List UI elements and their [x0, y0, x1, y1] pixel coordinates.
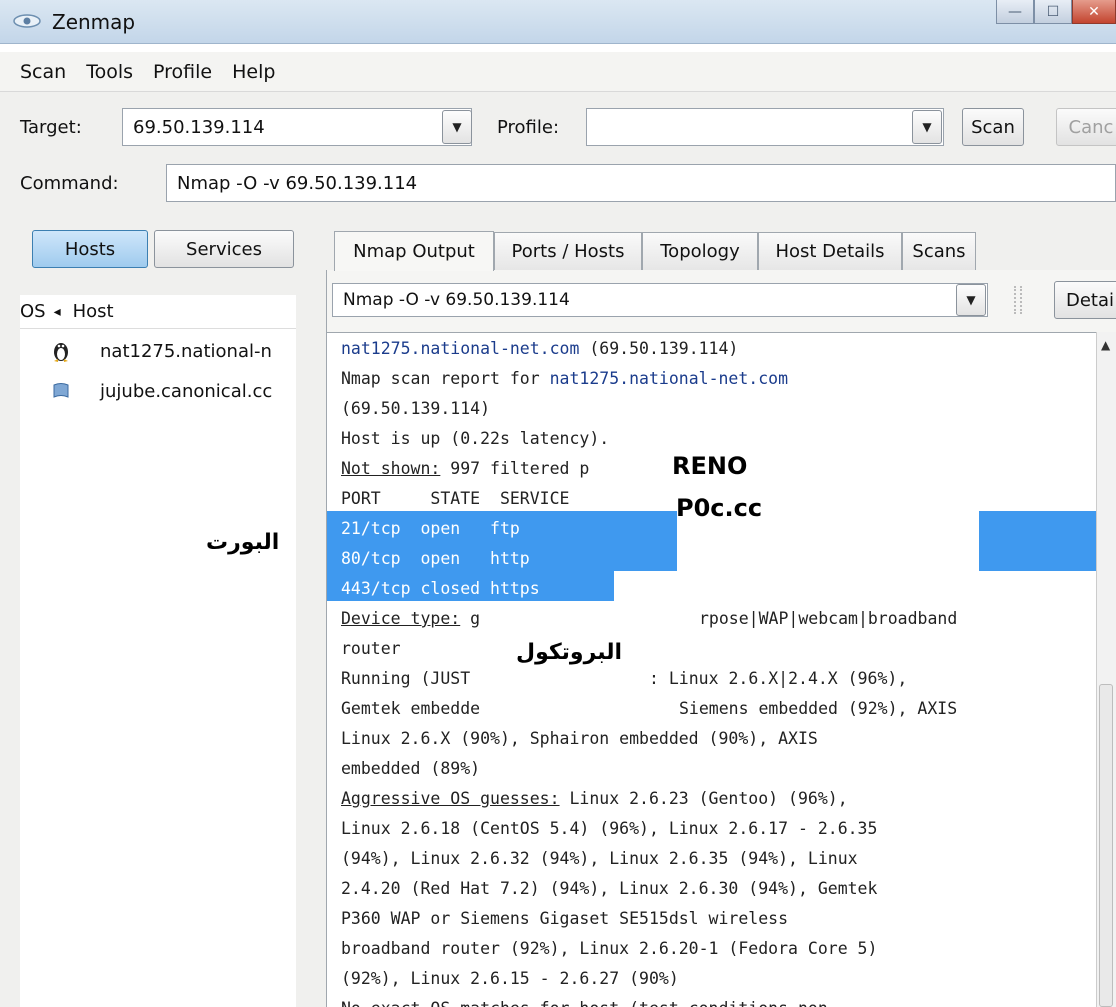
menu-bar: Scan Tools Profile Help: [0, 52, 1116, 92]
output-line: Siemens embedded (92%), AXIS: [679, 699, 958, 718]
menu-tools[interactable]: Tools: [86, 61, 133, 83]
window-controls: — ☐ ✕: [996, 0, 1116, 26]
output-text: (69.50.139.114): [579, 339, 739, 358]
command-input[interactable]: Nmap -O -v 69.50.139.114: [166, 164, 1116, 202]
tab-scans[interactable]: Scans: [902, 232, 976, 270]
port-row: 21/tcp open ftp: [341, 519, 520, 538]
tab-nmap-output[interactable]: Nmap Output: [334, 231, 494, 271]
profile-label: Profile:: [497, 117, 560, 138]
tab-ports-hosts[interactable]: Ports / Hosts: [494, 232, 642, 270]
command-label: Command:: [20, 173, 119, 194]
output-line: embedded (89%): [341, 759, 481, 778]
output-text: 997 filtered p: [440, 459, 590, 478]
window-title: Zenmap: [52, 10, 136, 34]
annotation-port-arabic: البورت: [206, 530, 280, 555]
output-line: Host is up (0.22s latency).: [341, 429, 610, 448]
output-line: (92%), Linux 2.6.15 - 2.6.27 (90%): [341, 969, 679, 988]
host-list-header: OS ◂ Host: [20, 295, 296, 329]
menu-scan[interactable]: Scan: [20, 61, 66, 83]
host-link[interactable]: nat1275.national-net.com: [550, 369, 788, 388]
target-dropdown-icon[interactable]: ▼: [442, 110, 472, 144]
services-button[interactable]: Services: [154, 230, 294, 268]
cancel-button[interactable]: Canc: [1056, 108, 1116, 146]
unknown-os-icon: [46, 381, 76, 401]
selection-highlight: [979, 511, 1096, 571]
host-list: nat1275.national-n jujube.canonical.cc: [20, 329, 296, 1007]
zenmap-eye-icon: [13, 14, 41, 28]
output-text: Linux 2.6.23 (Gentoo) (96%),: [559, 789, 848, 808]
tab-host-details[interactable]: Host Details: [758, 232, 902, 270]
output-line: broadband router (92%), Linux 2.6.20-1 (…: [341, 939, 878, 958]
details-button[interactable]: Detai: [1054, 281, 1116, 319]
target-input[interactable]: 69.50.139.114: [122, 108, 472, 146]
output-line: Running (JUST: [341, 669, 481, 688]
scroll-up-arrow-icon[interactable]: ▲: [1101, 338, 1110, 352]
output-line: Linux 2.6.X (90%), Sphairon embedded (90…: [341, 729, 818, 748]
os-column-header[interactable]: OS: [20, 301, 46, 322]
output-line: (94%), Linux 2.6.32 (94%), Linux 2.6.35 …: [341, 849, 858, 868]
output-line: Aggressive OS guesses: Linux 2.6.23 (Gen…: [341, 784, 848, 814]
scrollbar-thumb[interactable]: [1099, 684, 1113, 1007]
menu-help[interactable]: Help: [232, 61, 275, 83]
section-heading: Aggressive OS guesses:: [341, 789, 560, 808]
target-label: Target:: [20, 117, 82, 138]
output-line: P360 WAP or Siemens Gigaset SE515dsl wir…: [341, 909, 789, 928]
title-bar: Zenmap — ☐ ✕: [0, 0, 1116, 44]
host-row[interactable]: jujube.canonical.cc: [20, 373, 296, 409]
host-row[interactable]: nat1275.national-n: [20, 333, 296, 369]
ports-header-line: PORT STATE SERVICE: [341, 489, 570, 508]
output-text: g: [460, 609, 481, 628]
output-line: rpose|WAP|webcam|broadband: [699, 609, 958, 628]
output-line: Linux 2.6.18 (CentOS 5.4) (96%), Linux 2…: [341, 819, 878, 838]
host-column-header[interactable]: Host: [73, 301, 114, 322]
output-line: (69.50.139.114): [341, 399, 491, 418]
maximize-icon[interactable]: ☐: [1034, 0, 1072, 24]
output-line: nat1275.national-net.com (69.50.139.114): [341, 334, 738, 364]
profile-combo[interactable]: [586, 108, 944, 146]
hosts-button[interactable]: Hosts: [32, 230, 148, 268]
output-line: Nmap scan report for nat1275.national-ne…: [341, 364, 788, 394]
section-heading: Device type:: [341, 609, 461, 628]
linux-penguin-icon: [46, 339, 76, 363]
output-line: Not shown: 997 filtered p: [341, 454, 589, 484]
output-line: : Linux 2.6.X|2.4.X (96%),: [649, 669, 908, 688]
sort-arrow-icon: ◂: [53, 303, 61, 320]
output-dropdown-icon[interactable]: ▼: [956, 284, 986, 316]
annotation-poc: P0c.cc: [676, 494, 763, 522]
output-line: router: [341, 639, 401, 658]
nmap-output-text[interactable]: nat1275.national-net.com (69.50.139.114)…: [326, 332, 1096, 1007]
menu-profile[interactable]: Profile: [153, 61, 212, 83]
output-scrollbar[interactable]: ▲: [1096, 332, 1116, 1007]
minimize-icon[interactable]: —: [996, 0, 1034, 24]
output-line: Device type: g: [341, 604, 480, 634]
port-row: 443/tcp closed https: [341, 579, 540, 598]
profile-dropdown-icon[interactable]: ▼: [912, 110, 942, 144]
section-heading: Not shown:: [341, 459, 441, 478]
output-scan-selector[interactable]: Nmap -O -v 69.50.139.114: [332, 283, 988, 317]
output-line: Gemtek embedde: [341, 699, 481, 718]
host-link[interactable]: nat1275.national-net.com: [341, 339, 579, 358]
host-name: nat1275.national-n: [100, 340, 272, 362]
drag-handle-icon[interactable]: [1014, 286, 1022, 314]
output-text: Nmap scan report for: [341, 369, 550, 388]
output-line: 2.4.20 (Red Hat 7.2) (94%), Linux 2.6.30…: [341, 879, 878, 898]
host-name: jujube.canonical.cc: [100, 380, 273, 402]
close-icon[interactable]: ✕: [1072, 0, 1116, 24]
annotation-reno: RENO: [672, 452, 748, 480]
tab-topology[interactable]: Topology: [642, 232, 758, 270]
output-line: No exact OS matches for host (test condi…: [341, 994, 838, 1007]
annotation-protocol-arabic: البروتكول: [516, 640, 623, 665]
scan-button[interactable]: Scan: [962, 108, 1024, 146]
port-row: 80/tcp open http: [341, 549, 530, 568]
